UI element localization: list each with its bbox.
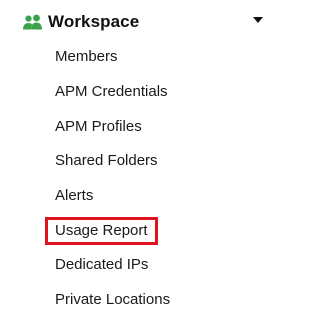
menu-item-usage-report[interactable]: Usage Report	[45, 213, 280, 248]
menu-item-label: Private Locations	[55, 291, 171, 309]
menu-item-members[interactable]: Members	[45, 40, 280, 75]
menu-item-label: APM Credentials	[55, 83, 168, 101]
caret-down-icon[interactable]	[252, 16, 264, 24]
menu-item-label: Alerts	[55, 187, 94, 205]
menu-item-label: Usage Report	[45, 216, 158, 245]
menu-item-label: Members	[55, 48, 118, 66]
workspace-menu: Members APM Credentials APM Profiles Sha…	[45, 40, 280, 318]
menu-item-apm-profiles[interactable]: APM Profiles	[45, 109, 280, 144]
workspace-section-header[interactable]: Workspace	[22, 8, 272, 36]
section-title: Workspace	[48, 12, 140, 31]
menu-item-label: APM Profiles	[55, 117, 142, 135]
menu-item-dedicated-ips[interactable]: Dedicated IPs	[45, 248, 280, 283]
menu-item-apm-credentials[interactable]: APM Credentials	[45, 75, 280, 110]
menu-item-label: Dedicated IPs	[55, 256, 149, 274]
users-icon	[22, 14, 44, 30]
menu-item-private-locations[interactable]: Private Locations	[45, 283, 280, 318]
menu-item-label: Shared Folders	[55, 152, 158, 170]
menu-item-shared-folders[interactable]: Shared Folders	[45, 144, 280, 179]
workspace-section: Workspace Members APM Credentials APM Pr…	[0, 0, 291, 322]
menu-item-alerts[interactable]: Alerts	[45, 179, 280, 214]
